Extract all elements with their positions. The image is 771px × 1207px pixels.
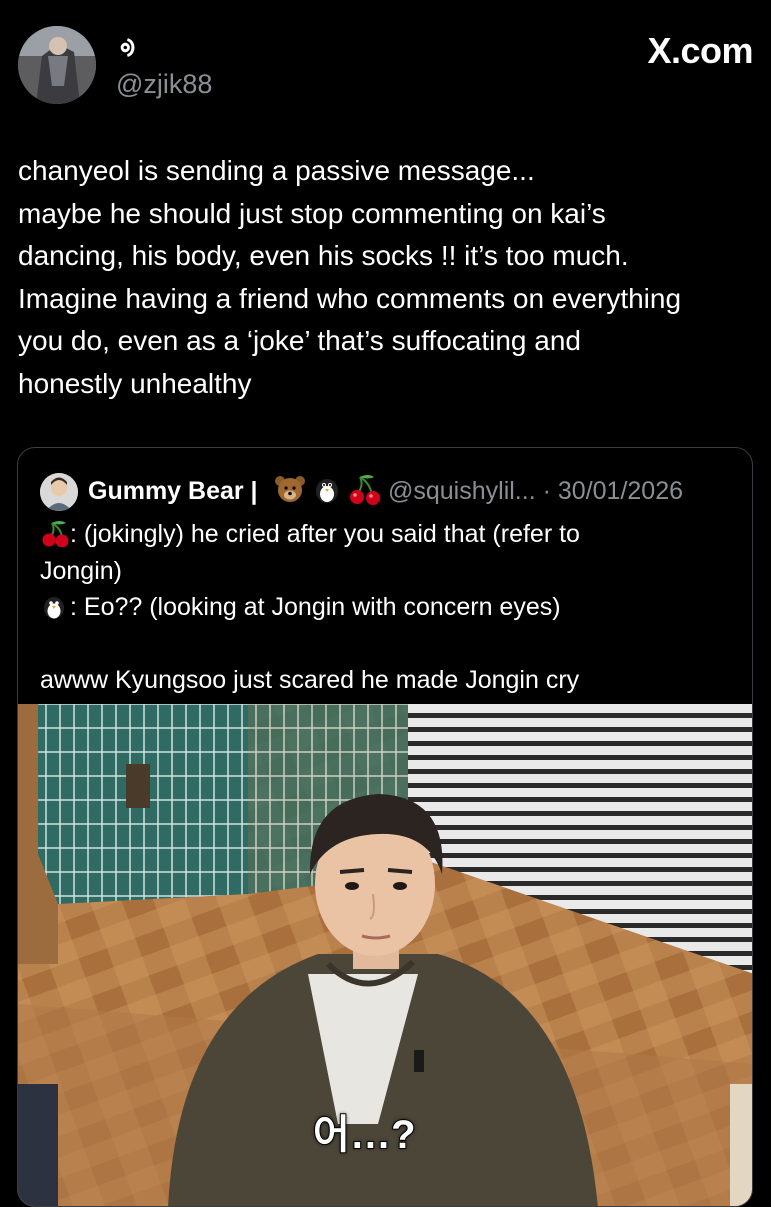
tweet-text: chanyeol is sending a passive message...… [18, 150, 758, 405]
quoted-line: : (jokingly) he cried after you said tha… [40, 516, 740, 553]
cherry-emoji-icon [350, 475, 380, 505]
video-subtitle: 어...? [312, 1112, 418, 1158]
quoted-line: : Eo?? (looking at Jongin with concern e… [40, 589, 740, 626]
quoted-author-avatar[interactable] [40, 473, 78, 511]
quoted-tweet-text: : (jokingly) he cried after you said tha… [40, 516, 740, 698]
tweet-line: you do, even as a ‘joke’ that’s suffocat… [18, 325, 581, 356]
penguin-emoji-icon [44, 597, 64, 619]
quoted-date[interactable]: 30/01/2026 [558, 477, 683, 505]
x-watermark: X.com [647, 30, 753, 71]
author-handle[interactable]: @zjik88 [116, 68, 212, 100]
quoted-name-emojis [274, 471, 386, 512]
quoted-line: awww Kyungsoo just scared he made Jongin… [40, 665, 580, 694]
quoted-media-image[interactable]: 어...? [18, 704, 752, 1206]
tweet-line: dancing, his body, even his socks !! it’… [18, 240, 629, 271]
author-display-name[interactable]: ᢀ [120, 34, 135, 64]
tweet-line: maybe he should just stop commenting on … [18, 197, 606, 229]
quoted-tweet-card[interactable]: Gummy Bear | @squishylil... · 30/01/2026… [17, 447, 753, 1207]
meta-separator: · [542, 477, 551, 505]
quoted-tweet-header: Gummy Bear | @squishylil... · 30/01/2026 [40, 471, 740, 512]
tweet-line: chanyeol is sending a passive message... [18, 155, 535, 186]
quoted-line: Jongin) [40, 556, 122, 585]
quoted-handle[interactable]: @squishylil... [388, 477, 536, 505]
cherry-emoji-icon [42, 521, 69, 548]
penguin-emoji-icon [316, 479, 338, 503]
tweet-header: ᢀ @zjik88 X.com [18, 26, 753, 108]
tweet-line: Imagine having a friend who comments on … [18, 282, 682, 314]
quoted-blank-line [40, 626, 740, 662]
bear-emoji-icon [275, 476, 305, 502]
quoted-meta: @squishylil... · 30/01/2026 [388, 476, 683, 506]
quoted-display-name[interactable]: Gummy Bear | [88, 476, 258, 506]
author-avatar[interactable] [18, 26, 96, 104]
tweet-line: honestly unhealthy [18, 367, 252, 399]
